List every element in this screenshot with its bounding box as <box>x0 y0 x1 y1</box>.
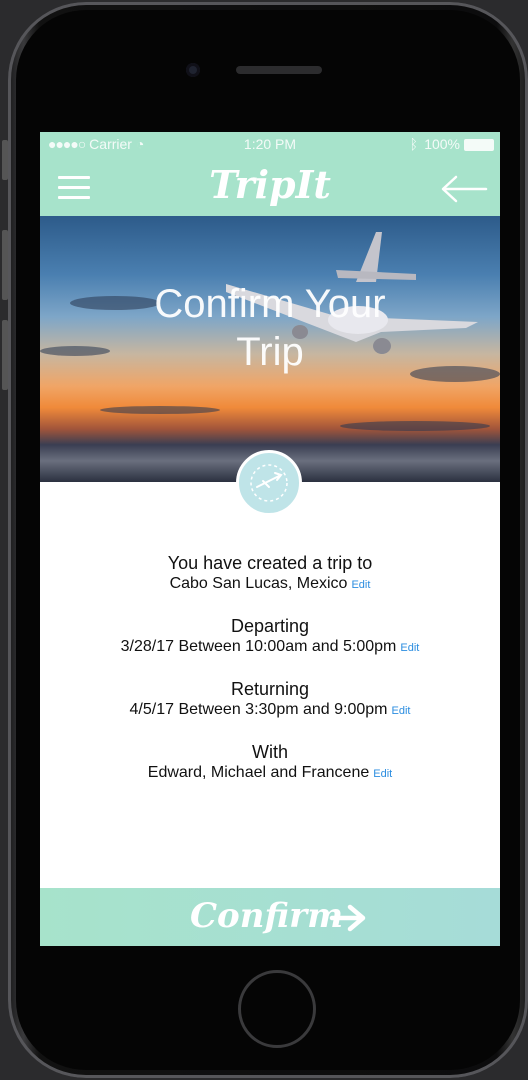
companions-section: With Edward, Michael and Francene Edit <box>40 741 500 784</box>
earpiece-speaker <box>236 66 322 74</box>
app-screen: ●●●●○ Carrier ◔ 1:20 PM ᛒ 100% TripIt Co… <box>40 132 500 946</box>
returning-section: Returning 4/5/17 Between 3:30pm and 9:00… <box>40 678 500 721</box>
confirm-button[interactable]: Confirm <box>40 888 500 946</box>
departing-value: 3/28/17 Between 10:00am and 5:00pm <box>120 638 397 655</box>
battery-icon <box>464 139 494 151</box>
returning-heading: Returning <box>230 679 310 699</box>
volume-down-button <box>2 320 8 390</box>
created-heading: You have created a trip to <box>167 553 373 573</box>
confirm-label: Confirm <box>190 896 344 936</box>
edit-departing-link[interactable]: Edit <box>400 642 419 654</box>
companions-value: Edward, Michael and Francene <box>147 764 370 781</box>
hero-title: Confirm Your Trip <box>40 280 500 376</box>
volume-up-button <box>2 230 8 300</box>
destination-section: You have created a trip to Cabo San Luca… <box>40 552 500 595</box>
departing-heading: Departing <box>230 616 310 636</box>
returning-value: 4/5/17 Between 3:30pm and 9:00pm <box>129 701 388 718</box>
status-bar: ●●●●○ Carrier ◔ 1:20 PM ᛒ 100% <box>40 136 500 154</box>
back-arrow-icon[interactable] <box>440 174 488 204</box>
hero-title-line1: Confirm Your <box>154 282 386 326</box>
front-camera <box>186 63 200 77</box>
trip-summary: You have created a trip to Cabo San Luca… <box>40 552 500 804</box>
hero-banner: Confirm Your Trip <box>40 216 500 482</box>
destination-value: Cabo San Lucas, Mexico <box>169 575 348 592</box>
globe-plane-icon <box>250 464 288 502</box>
hero-title-line2: Trip <box>236 330 304 374</box>
battery-percent: 100% <box>424 136 460 152</box>
bluetooth-icon: ᛒ <box>409 136 418 152</box>
arrow-right-icon <box>329 904 366 932</box>
app-logo: TripIt <box>209 162 331 207</box>
mute-switch <box>2 140 8 180</box>
top-bar: ●●●●○ Carrier ◔ 1:20 PM ᛒ 100% TripIt <box>40 132 500 216</box>
hero-cloud <box>340 421 490 431</box>
hero-cloud <box>100 406 220 414</box>
edit-returning-link[interactable]: Edit <box>392 705 411 717</box>
edit-companions-link[interactable]: Edit <box>373 768 392 780</box>
home-button[interactable] <box>238 970 316 1048</box>
with-heading: With <box>252 742 288 762</box>
trip-badge-icon <box>236 450 302 516</box>
edit-destination-link[interactable]: Edit <box>351 579 370 591</box>
departing-section: Departing 3/28/17 Between 10:00am and 5:… <box>40 615 500 658</box>
